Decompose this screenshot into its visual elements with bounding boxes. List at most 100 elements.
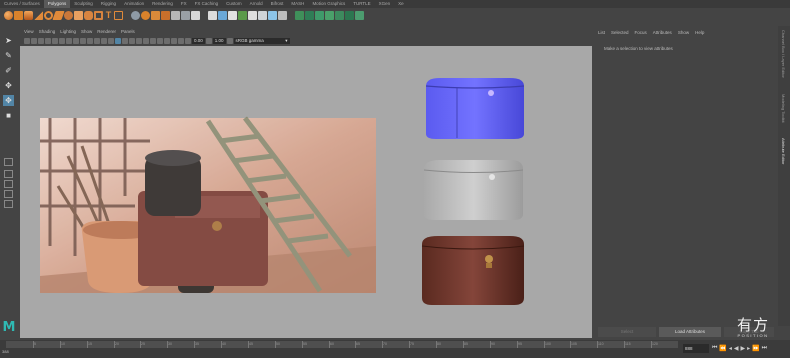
remesh-icon[interactable] — [191, 11, 200, 20]
fill-hole-icon[interactable] — [238, 11, 247, 20]
shelf-tab-fx-caching[interactable]: FX Caching — [191, 0, 223, 8]
auto-map-icon[interactable] — [315, 11, 324, 20]
svg-icon[interactable] — [114, 11, 123, 20]
film-gate-icon[interactable] — [59, 37, 65, 44]
viewport-3d[interactable] — [20, 46, 592, 338]
shadows-icon[interactable] — [129, 37, 135, 44]
shelf-tab-motion-graphics[interactable]: Motion Graphics — [308, 0, 349, 8]
tab-attribute-editor[interactable]: Attribute Editor — [781, 138, 786, 164]
gate-mask-icon[interactable] — [73, 37, 79, 44]
panel-menu-renderer[interactable]: Renderer — [97, 29, 116, 34]
cone-icon[interactable] — [34, 11, 43, 20]
reduce-icon[interactable] — [181, 11, 190, 20]
image-plane-icon[interactable] — [45, 37, 51, 44]
superellipse-icon[interactable] — [84, 11, 93, 20]
unfold-icon[interactable] — [325, 11, 334, 20]
rotate-tool-icon[interactable]: ✥ — [3, 95, 14, 106]
cylinder-icon[interactable] — [24, 11, 33, 20]
pipe-icon[interactable] — [94, 11, 103, 20]
anti-alias-icon[interactable] — [150, 37, 156, 44]
uv-cut-icon[interactable] — [345, 11, 354, 20]
insert-edge-loop-icon[interactable] — [258, 11, 267, 20]
tab-channel-box[interactable]: Channel Box / Layer Editor — [781, 30, 786, 78]
lasso-tool-icon[interactable]: ✎ — [3, 50, 14, 61]
move-tool-icon[interactable]: ✥ — [3, 80, 14, 91]
use-all-lights-icon[interactable] — [122, 37, 128, 44]
shelf-tab-fx[interactable]: FX — [177, 0, 191, 8]
panel-menu-shading[interactable]: Shading — [39, 29, 56, 34]
backface-culling-icon[interactable] — [178, 37, 184, 44]
combine-icon[interactable] — [131, 11, 140, 20]
camera-icon[interactable] — [24, 37, 30, 44]
ae-menu-help[interactable]: Help — [695, 30, 704, 35]
shelf-tab-arnold[interactable]: Arnold — [246, 0, 267, 8]
exposure-field[interactable]: 0.00 — [192, 37, 205, 44]
select-button[interactable]: Select — [598, 327, 656, 337]
step-forward-key-icon[interactable]: ⏩ — [752, 345, 759, 352]
go-to-end-icon[interactable]: ⏭ — [762, 345, 767, 352]
shelf-tab-mash[interactable]: MASH — [287, 0, 308, 8]
boolean-icon[interactable] — [161, 11, 170, 20]
single-view-layout-icon[interactable] — [4, 158, 13, 166]
two-view-layout-icon[interactable] — [4, 180, 13, 188]
shelf-tab-xe[interactable]: Xe — [394, 0, 408, 8]
shelf-tab-sculpting[interactable]: Sculpting — [70, 0, 97, 8]
separate-icon[interactable] — [141, 11, 150, 20]
bridge-icon[interactable] — [218, 11, 227, 20]
text-icon[interactable]: T — [104, 11, 113, 20]
play-backward-icon[interactable]: ◀ — [734, 345, 739, 352]
safe-action-icon[interactable] — [87, 37, 93, 44]
shelf-tab-custom[interactable]: Custom — [222, 0, 246, 8]
gamma-icon[interactable] — [205, 37, 212, 44]
step-back-frame-icon[interactable]: ◂ — [729, 345, 732, 352]
sphere-icon[interactable] — [4, 11, 13, 20]
xray-joints-icon[interactable] — [171, 37, 177, 44]
panel-menu-show[interactable]: Show — [81, 29, 92, 34]
plane-icon[interactable] — [52, 11, 65, 20]
shelf-tab-bifrost[interactable]: Bifrost — [267, 0, 288, 8]
smooth-shade-icon[interactable] — [101, 37, 107, 44]
panel-menu-panels[interactable]: Panels — [121, 29, 135, 34]
cube-icon[interactable] — [14, 11, 23, 20]
ambient-occlusion-icon[interactable] — [136, 37, 142, 44]
extrude-icon[interactable] — [208, 11, 217, 20]
color-management-icon[interactable] — [226, 37, 233, 44]
shelf-tab-polygons[interactable]: Polygons — [43, 0, 71, 8]
shelf-tab-animation[interactable]: Animation — [120, 0, 148, 8]
platonic-icon[interactable] — [74, 11, 83, 20]
bookmark-icon[interactable] — [38, 37, 44, 44]
layout-uv-icon[interactable] — [335, 11, 344, 20]
xray-icon[interactable] — [164, 37, 170, 44]
ae-menu-attributes[interactable]: Attributes — [653, 30, 672, 35]
shelf-tab-rigging[interactable]: Rigging — [97, 0, 120, 8]
ae-menu-selected[interactable]: Selected — [611, 30, 629, 35]
outliner-layout-icon[interactable] — [4, 190, 13, 198]
scale-tool-icon[interactable]: ■ — [3, 110, 14, 121]
smooth-icon[interactable] — [151, 11, 160, 20]
box-model-normal-map[interactable] — [425, 78, 525, 139]
play-forward-icon[interactable]: ▶ — [741, 345, 746, 352]
box-model-untextured[interactable] — [423, 160, 524, 220]
multi-cut-icon[interactable] — [248, 11, 257, 20]
disc-icon[interactable] — [64, 11, 73, 20]
tab-modeling-toolkit[interactable]: Modeling Toolkit — [781, 94, 786, 123]
box-model-textured[interactable] — [421, 236, 525, 305]
shelf-tab-curves-surfaces[interactable]: Curves / Surfaces — [0, 0, 44, 8]
step-back-key-icon[interactable]: ⏪ — [719, 345, 726, 352]
resolution-gate-icon[interactable] — [66, 37, 72, 44]
shelf-tab-xgen[interactable]: XGen — [375, 0, 395, 8]
uv-sew-icon[interactable] — [355, 11, 364, 20]
planar-map-icon[interactable] — [305, 11, 314, 20]
grid-icon[interactable] — [52, 37, 58, 44]
wireframe-icon[interactable] — [94, 37, 100, 44]
isolate-select-icon[interactable] — [157, 37, 163, 44]
graph-layout-icon[interactable] — [4, 200, 13, 208]
camera-attributes-icon[interactable] — [31, 37, 37, 44]
uv-editor-icon[interactable] — [295, 11, 304, 20]
target-weld-icon[interactable] — [268, 11, 277, 20]
textured-icon[interactable] — [115, 37, 121, 44]
shelf-tab-rendering[interactable]: Rendering — [148, 0, 177, 8]
bevel-icon[interactable] — [228, 11, 237, 20]
motion-blur-icon[interactable] — [143, 37, 149, 44]
panel-menu-lighting[interactable]: Lighting — [60, 29, 76, 34]
